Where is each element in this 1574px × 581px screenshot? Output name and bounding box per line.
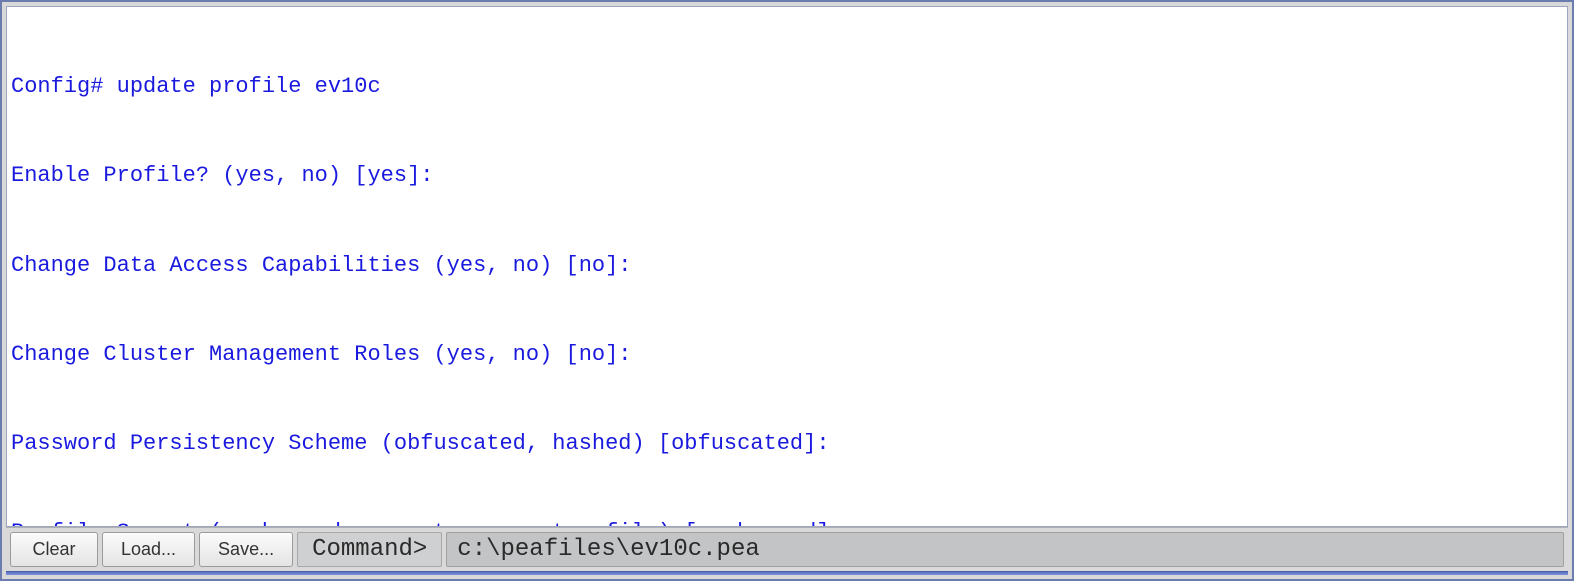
console-line: Password Persistency Scheme (obfuscated,… (11, 429, 1563, 459)
app-frame: Config# update profile ev10c Enable Prof… (0, 0, 1574, 581)
load-button[interactable]: Load... (102, 532, 195, 567)
accent-bar (6, 571, 1568, 575)
console-line: Profile Secret (unchanged, prompt, gener… (11, 518, 1563, 527)
command-prompt-label: Command> (297, 532, 442, 567)
console-line: Change Cluster Management Roles (yes, no… (11, 340, 1563, 370)
console-line: Enable Profile? (yes, no) [yes]: (11, 161, 1563, 191)
console-output[interactable]: Config# update profile ev10c Enable Prof… (6, 6, 1568, 527)
command-input[interactable] (446, 532, 1564, 567)
command-toolbar: Clear Load... Save... Command> (6, 527, 1568, 569)
save-button[interactable]: Save... (199, 532, 293, 567)
console-line: Config# update profile ev10c (11, 72, 1563, 102)
console-line: Change Data Access Capabilities (yes, no… (11, 251, 1563, 281)
clear-button[interactable]: Clear (10, 532, 98, 567)
